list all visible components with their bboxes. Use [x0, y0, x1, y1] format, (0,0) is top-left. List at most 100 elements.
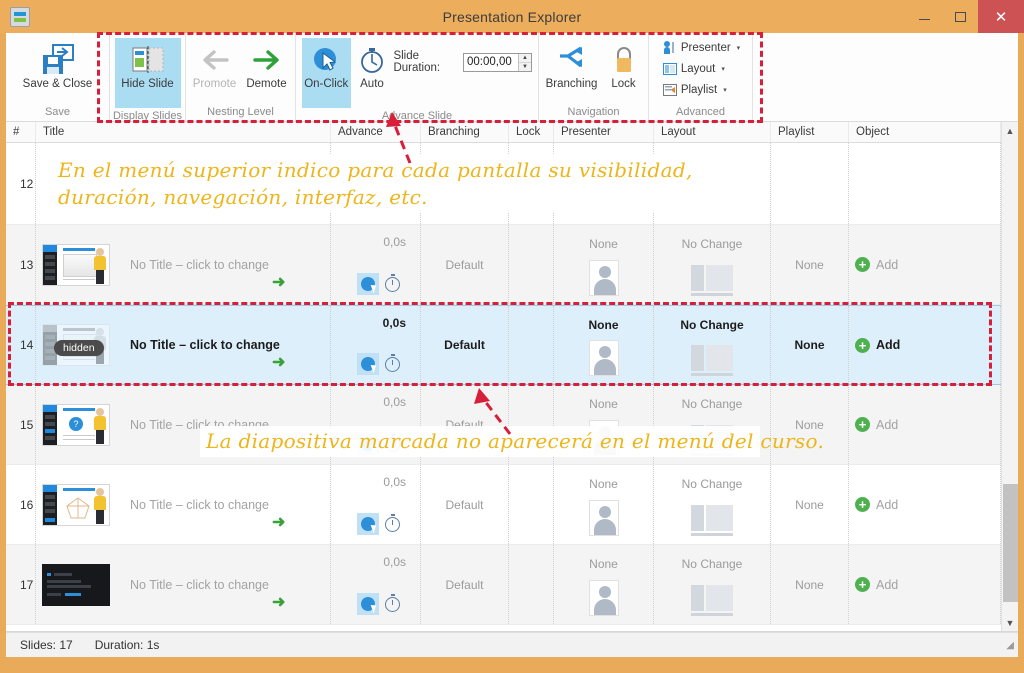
table-row[interactable]: 12: [6, 143, 1001, 225]
hide-slide-button[interactable]: Hide Slide: [114, 38, 181, 108]
row-object-cell[interactable]: + Add: [849, 306, 1001, 384]
row-lock-cell[interactable]: [509, 465, 554, 544]
table-row[interactable]: 15 ? No Title – click to change ➜ 0,0s D…: [6, 385, 1001, 465]
row-playlist-cell[interactable]: None: [771, 385, 849, 464]
row-playlist-cell[interactable]: None: [771, 225, 849, 304]
add-object-icon[interactable]: +: [855, 417, 870, 432]
lock-button[interactable]: Lock: [602, 38, 646, 94]
row-playlist-cell[interactable]: None: [771, 306, 849, 384]
row-branching-cell[interactable]: Default: [421, 385, 509, 464]
row-title-cell[interactable]: hidden No Title – click to change ➜: [36, 306, 331, 384]
row-presenter-cell[interactable]: [554, 143, 654, 224]
auto-mode-icon[interactable]: [385, 354, 400, 372]
row-layout-cell[interactable]: No Change: [654, 306, 771, 384]
column-header-lock[interactable]: Lock: [509, 122, 554, 142]
slide-title[interactable]: No Title – click to change: [130, 258, 269, 272]
row-branching-cell[interactable]: Default: [421, 545, 509, 624]
slide-thumbnail-holder[interactable]: hidden: [42, 324, 120, 366]
slide-thumbnail-holder[interactable]: [42, 563, 120, 606]
row-title-cell[interactable]: ? No Title – click to change ➜: [36, 385, 331, 464]
column-header-presenter[interactable]: Presenter: [554, 122, 654, 142]
add-object-label[interactable]: Add: [876, 338, 900, 352]
slide-title[interactable]: No Title – click to change: [130, 578, 269, 592]
row-title-cell[interactable]: No Title – click to change ➜: [36, 545, 331, 624]
row-advance-cell[interactable]: 0,0s: [331, 385, 421, 464]
slide-title[interactable]: No Title – click to change: [130, 498, 269, 512]
slide-thumbnail-holder[interactable]: [42, 483, 120, 526]
spinner-up-icon[interactable]: ▲: [518, 54, 531, 63]
slide-thumbnail-holder[interactable]: [42, 243, 120, 286]
row-playlist-cell[interactable]: None: [771, 545, 849, 624]
table-row[interactable]: 17 No Title – click to change ➜ 0,0s Def…: [6, 545, 1001, 625]
chevron-down-icon[interactable]: ▾: [721, 65, 725, 73]
chevron-down-icon[interactable]: ▾: [737, 44, 741, 52]
row-lock-cell[interactable]: [509, 545, 554, 624]
add-object-icon[interactable]: +: [855, 577, 870, 592]
vertical-scrollbar[interactable]: ▲ ▼: [1001, 122, 1018, 631]
row-advance-cell[interactable]: 0,0s: [331, 545, 421, 624]
on-click-button[interactable]: On-Click: [302, 38, 351, 108]
scrollbar-thumb[interactable]: [1002, 484, 1018, 602]
presenter-menu-button[interactable]: Presenter ▾: [659, 37, 744, 58]
branching-button[interactable]: Branching: [542, 38, 602, 94]
minimize-button[interactable]: [906, 0, 942, 33]
row-lock-cell[interactable]: [509, 225, 554, 304]
row-presenter-cell[interactable]: None: [554, 465, 654, 544]
close-button[interactable]: ✕: [978, 0, 1024, 33]
maximize-button[interactable]: [942, 0, 978, 33]
row-presenter-cell[interactable]: None: [554, 385, 654, 464]
scrollbar-track[interactable]: [1002, 139, 1019, 614]
row-layout-cell[interactable]: No Change: [654, 465, 771, 544]
slide-thumbnail-holder[interactable]: ?: [42, 403, 120, 446]
row-playlist-cell[interactable]: [771, 143, 849, 224]
slide-duration-input[interactable]: [463, 53, 518, 71]
row-advance-cell[interactable]: [331, 143, 421, 224]
add-object-label[interactable]: Add: [876, 418, 898, 432]
row-branching-cell[interactable]: [421, 143, 509, 224]
auto-button[interactable]: Auto: [351, 38, 394, 94]
column-header-advance[interactable]: Advance: [331, 122, 421, 142]
add-object-label[interactable]: Add: [876, 578, 898, 592]
slide-title[interactable]: No Title – click to change: [130, 418, 269, 432]
row-playlist-cell[interactable]: None: [771, 465, 849, 544]
add-object-label[interactable]: Add: [876, 258, 898, 272]
on-click-mode-icon[interactable]: [357, 433, 379, 455]
on-click-mode-icon[interactable]: [357, 513, 379, 535]
add-object-icon[interactable]: +: [855, 497, 870, 512]
slide-duration-spinner[interactable]: ▲ ▼: [517, 53, 531, 71]
slide-duration-input-wrap[interactable]: ▲ ▼: [462, 52, 532, 72]
row-title-cell[interactable]: No Title – click to change ➜: [36, 225, 331, 304]
row-advance-cell[interactable]: 0,0s: [331, 306, 421, 384]
row-object-cell[interactable]: + Add: [849, 225, 1001, 304]
column-header-playlist[interactable]: Playlist: [771, 122, 849, 142]
column-header-num[interactable]: #: [6, 122, 36, 142]
row-branching-cell[interactable]: Default: [421, 306, 509, 384]
auto-mode-icon[interactable]: [385, 514, 400, 532]
row-layout-cell[interactable]: No Change: [654, 385, 771, 464]
auto-mode-icon[interactable]: [385, 594, 400, 612]
table-row[interactable]: 13 No Title – click to change ➜ 0,0s Def…: [6, 225, 1001, 305]
add-object-label[interactable]: Add: [876, 498, 898, 512]
table-row[interactable]: 16 No Title – click to change ➜ 0,0s Def…: [6, 465, 1001, 545]
row-lock-cell[interactable]: [509, 143, 554, 224]
row-presenter-cell[interactable]: None: [554, 306, 654, 384]
row-layout-cell[interactable]: No Change: [654, 545, 771, 624]
row-lock-cell[interactable]: [509, 306, 554, 384]
row-branching-cell[interactable]: Default: [421, 225, 509, 304]
layout-menu-button[interactable]: Layout ▾: [659, 58, 729, 79]
row-layout-cell[interactable]: No Change: [654, 225, 771, 304]
row-presenter-cell[interactable]: None: [554, 545, 654, 624]
playlist-menu-button[interactable]: Playlist ▾: [659, 79, 731, 100]
add-object-icon[interactable]: +: [855, 337, 870, 353]
row-presenter-cell[interactable]: None: [554, 225, 654, 304]
row-title-cell[interactable]: No Title – click to change ➜: [36, 465, 331, 544]
row-object-cell[interactable]: + Add: [849, 545, 1001, 624]
row-title-cell[interactable]: [36, 143, 331, 224]
row-advance-cell[interactable]: 0,0s: [331, 225, 421, 304]
scroll-up-icon[interactable]: ▲: [1002, 122, 1019, 139]
auto-mode-icon[interactable]: [385, 434, 400, 452]
on-click-mode-icon[interactable]: [357, 273, 379, 295]
auto-mode-icon[interactable]: [385, 274, 400, 292]
slide-title[interactable]: No Title – click to change: [130, 338, 280, 352]
table-row[interactable]: 14 hidden No Title – click to change ➜ 0…: [6, 305, 1001, 385]
